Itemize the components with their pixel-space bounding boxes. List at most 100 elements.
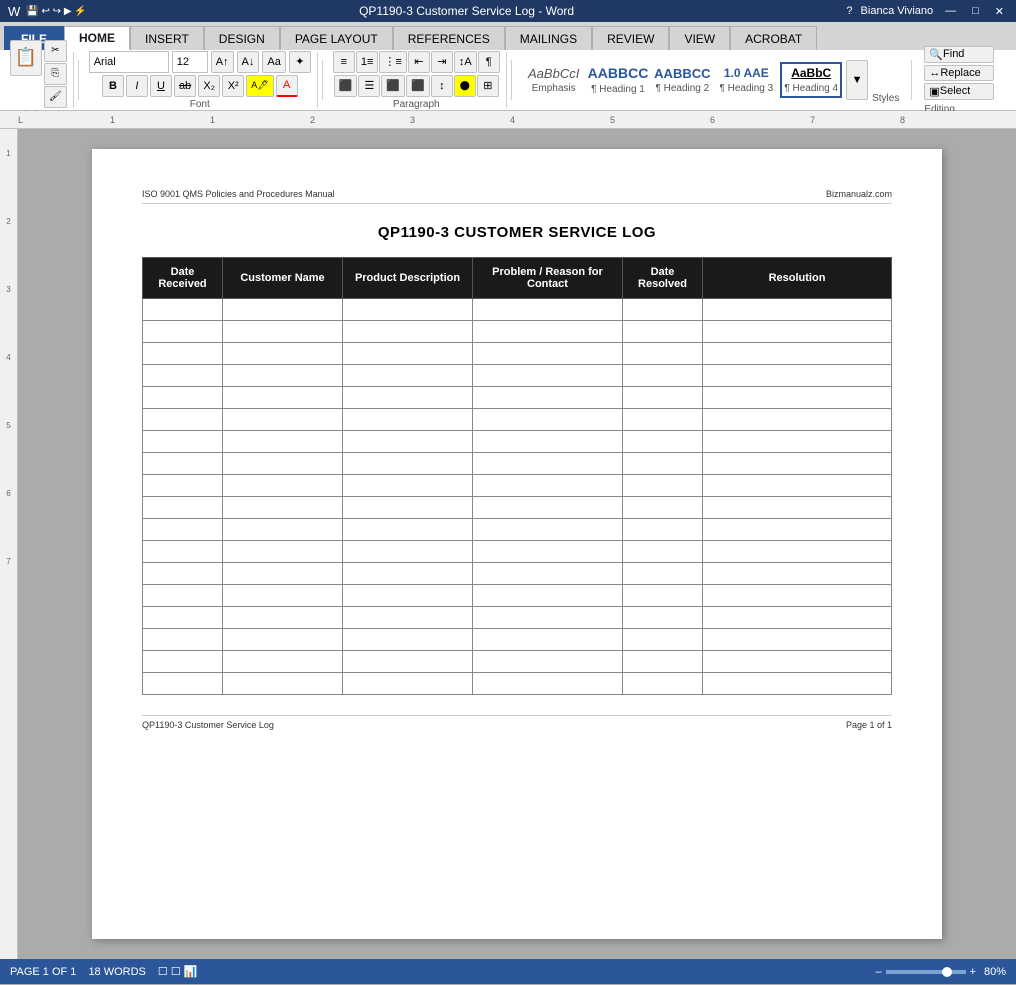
table-row[interactable] — [143, 607, 892, 629]
table-cell[interactable] — [703, 585, 892, 607]
table-cell[interactable] — [223, 387, 343, 409]
table-row[interactable] — [143, 673, 892, 695]
table-cell[interactable] — [703, 651, 892, 673]
paste-button[interactable]: 📋 — [10, 40, 42, 76]
table-cell[interactable] — [223, 519, 343, 541]
table-cell[interactable] — [623, 607, 703, 629]
tab-insert[interactable]: INSERT — [130, 26, 204, 50]
underline-button[interactable]: U — [150, 75, 172, 97]
table-cell[interactable] — [223, 497, 343, 519]
table-row[interactable] — [143, 409, 892, 431]
table-cell[interactable] — [473, 409, 623, 431]
table-cell[interactable] — [223, 453, 343, 475]
change-case-button[interactable]: Aa — [262, 51, 285, 73]
table-cell[interactable] — [473, 563, 623, 585]
zoom-slider[interactable] — [886, 970, 966, 974]
table-cell[interactable] — [223, 673, 343, 695]
table-cell[interactable] — [623, 475, 703, 497]
table-cell[interactable] — [343, 475, 473, 497]
replace-button[interactable]: ↔ Replace — [924, 65, 994, 81]
restore-button[interactable]: □ — [968, 5, 983, 17]
table-cell[interactable] — [623, 453, 703, 475]
tab-home[interactable]: HOME — [64, 26, 130, 50]
table-cell[interactable] — [473, 607, 623, 629]
copy-button[interactable]: ⎘ — [44, 63, 67, 85]
table-cell[interactable] — [223, 651, 343, 673]
sort-button[interactable]: ↕A — [454, 51, 477, 73]
table-cell[interactable] — [223, 563, 343, 585]
table-cell[interactable] — [223, 299, 343, 321]
table-row[interactable] — [143, 497, 892, 519]
table-cell[interactable] — [143, 541, 223, 563]
table-row[interactable] — [143, 299, 892, 321]
table-cell[interactable] — [143, 453, 223, 475]
table-cell[interactable] — [343, 585, 473, 607]
bold-button[interactable]: B — [102, 75, 124, 97]
cut-button[interactable]: ✂ — [44, 40, 67, 62]
tab-references[interactable]: REFERENCES — [393, 26, 505, 50]
table-cell[interactable] — [143, 651, 223, 673]
table-cell[interactable] — [223, 607, 343, 629]
table-cell[interactable] — [703, 541, 892, 563]
increase-font-button[interactable]: A↑ — [211, 51, 234, 73]
table-cell[interactable] — [223, 629, 343, 651]
tab-page-layout[interactable]: PAGE LAYOUT — [280, 26, 393, 50]
align-left-button[interactable]: ⬛ — [334, 75, 358, 97]
table-cell[interactable] — [223, 475, 343, 497]
table-cell[interactable] — [703, 431, 892, 453]
superscript-button[interactable]: X² — [222, 75, 244, 97]
table-cell[interactable] — [343, 409, 473, 431]
table-cell[interactable] — [473, 651, 623, 673]
zoom-control[interactable]: – + 80% — [875, 966, 1006, 978]
multilevel-list-button[interactable]: ⋮≡ — [379, 51, 406, 73]
help-button[interactable]: ? — [846, 5, 852, 17]
line-spacing-button[interactable]: ↕ — [431, 75, 453, 97]
font-family-selector[interactable]: Arial — [89, 51, 169, 73]
table-cell[interactable] — [623, 343, 703, 365]
table-cell[interactable] — [703, 607, 892, 629]
table-cell[interactable] — [703, 365, 892, 387]
table-cell[interactable] — [473, 387, 623, 409]
table-cell[interactable] — [623, 299, 703, 321]
table-cell[interactable] — [473, 519, 623, 541]
table-cell[interactable] — [623, 651, 703, 673]
table-cell[interactable] — [623, 519, 703, 541]
table-cell[interactable] — [623, 409, 703, 431]
table-cell[interactable] — [223, 409, 343, 431]
zoom-out-button[interactable]: – — [875, 966, 881, 978]
tab-view[interactable]: VIEW — [669, 26, 730, 50]
font-color-button[interactable]: A — [276, 75, 298, 97]
table-cell[interactable] — [143, 321, 223, 343]
table-row[interactable] — [143, 519, 892, 541]
table-cell[interactable] — [473, 431, 623, 453]
close-button[interactable]: ✕ — [991, 5, 1008, 18]
table-cell[interactable] — [473, 453, 623, 475]
table-cell[interactable] — [343, 629, 473, 651]
table-cell[interactable] — [703, 563, 892, 585]
show-formatting-button[interactable]: ¶ — [478, 51, 500, 73]
table-cell[interactable] — [473, 673, 623, 695]
tab-review[interactable]: REVIEW — [592, 26, 669, 50]
select-button[interactable]: ▣ Select — [924, 83, 994, 100]
bullets-button[interactable]: ≡ — [333, 51, 355, 73]
table-cell[interactable] — [143, 343, 223, 365]
text-highlight-button[interactable]: A🖊 — [246, 75, 273, 97]
style-heading3[interactable]: 1.0 AAE ¶ Heading 3 — [716, 66, 776, 93]
italic-button[interactable]: I — [126, 75, 148, 97]
table-cell[interactable] — [343, 453, 473, 475]
table-cell[interactable] — [343, 431, 473, 453]
table-cell[interactable] — [623, 321, 703, 343]
table-cell[interactable] — [703, 629, 892, 651]
table-cell[interactable] — [473, 365, 623, 387]
table-cell[interactable] — [623, 431, 703, 453]
style-heading1[interactable]: AABBCC ¶ Heading 1 — [588, 65, 649, 95]
numbering-button[interactable]: 1≡ — [356, 51, 379, 73]
table-row[interactable] — [143, 343, 892, 365]
table-row[interactable] — [143, 365, 892, 387]
table-cell[interactable] — [343, 563, 473, 585]
table-cell[interactable] — [143, 387, 223, 409]
table-cell[interactable] — [343, 519, 473, 541]
table-cell[interactable] — [343, 607, 473, 629]
table-cell[interactable] — [623, 387, 703, 409]
zoom-in-button[interactable]: + — [970, 966, 976, 978]
